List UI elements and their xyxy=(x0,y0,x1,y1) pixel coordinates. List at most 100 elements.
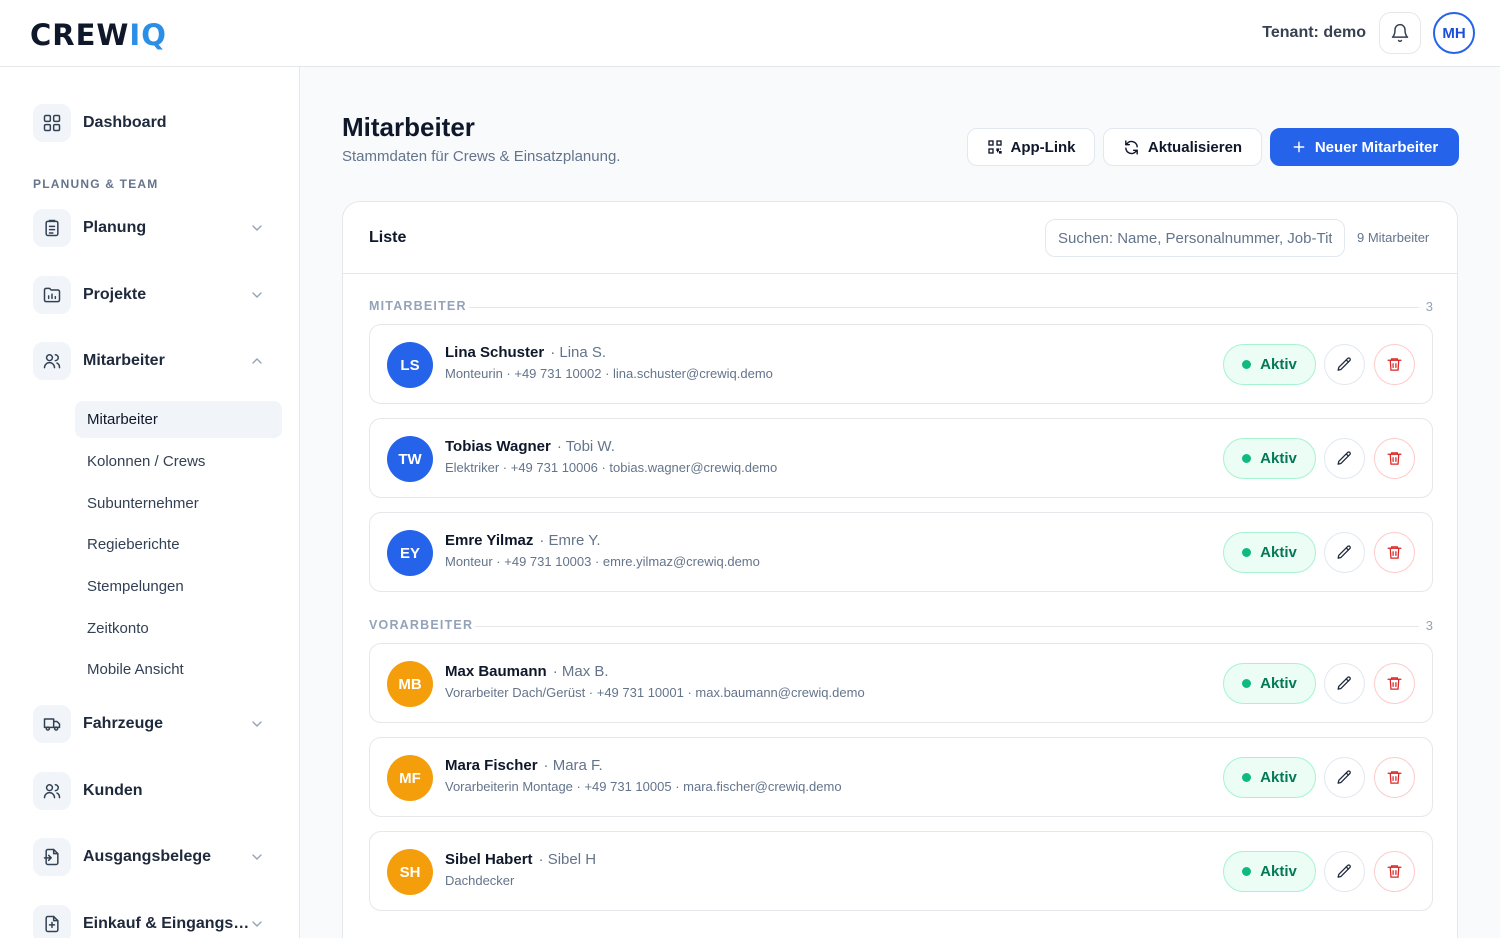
employee-nickname: · Max B. xyxy=(552,663,609,680)
employee-name: Sibel Habert · Sibel H xyxy=(445,851,596,868)
group-divider xyxy=(469,307,1419,308)
avatar: EY xyxy=(387,530,433,576)
list-item[interactable]: LS Lina Schuster · Lina S. Monteurin · +4… xyxy=(369,324,1433,404)
employee-name: Lina Schuster · Lina S. xyxy=(445,344,606,361)
sidebar-item-label: Ausgangsbelege xyxy=(83,848,212,865)
edit-button[interactable] xyxy=(1324,344,1365,385)
sidebar-subitem-subunternehmer[interactable]: Subunternehmer xyxy=(75,485,282,522)
grid-icon xyxy=(33,104,71,142)
chevron-down-icon xyxy=(252,921,262,927)
avatar: MB xyxy=(387,661,433,707)
group-divider xyxy=(475,626,1419,627)
employee-name-text: Emre Yilmaz xyxy=(445,532,534,549)
list-item[interactable]: EY Emre Yilmaz · Emre Y. Monteur · +49 73… xyxy=(369,512,1433,592)
sidebar-subitem-kolonnen[interactable]: Kolonnen / Crews xyxy=(75,443,282,480)
sidebar-item-mitarbeiter[interactable]: Mitarbeiter xyxy=(33,342,273,380)
employee-name-text: Tobias Wagner xyxy=(445,438,551,455)
chevron-down-icon xyxy=(252,292,262,298)
trash-icon xyxy=(1387,677,1402,690)
sidebar-subitem-mobile-ansicht[interactable]: Mobile Ansicht xyxy=(75,651,282,688)
edit-button[interactable] xyxy=(1324,532,1365,573)
sidebar-item-planung[interactable]: Planung xyxy=(33,209,273,247)
delete-button[interactable] xyxy=(1374,851,1415,892)
avatar: SH xyxy=(387,849,433,895)
list-header: Liste 9 Mitarbeiter xyxy=(343,202,1457,274)
list-item[interactable]: MF Mara Fischer · Mara F. Vorarbeiterin M… xyxy=(369,737,1433,817)
delete-button[interactable] xyxy=(1374,663,1415,704)
pencil-icon xyxy=(1337,545,1351,559)
status-badge: Aktiv xyxy=(1223,438,1316,479)
status-badge: Aktiv xyxy=(1223,344,1316,385)
employee-meta: Monteurin · +49 731 10002 · lina.schuste… xyxy=(445,366,773,381)
pencil-icon xyxy=(1337,357,1351,371)
sidebar-item-ausgangsbelege[interactable]: Ausgangsbelege xyxy=(33,838,273,876)
employee-nickname: · Mara F. xyxy=(543,757,603,774)
sidebar-item-label: Kunden xyxy=(83,782,143,799)
employee-nickname: · Emre Y. xyxy=(539,532,601,549)
trash-icon xyxy=(1387,865,1402,878)
employee-name-text: Mara Fischer xyxy=(445,757,538,774)
sidebar-item-label: Einkauf & Eingangsbel... xyxy=(83,915,253,932)
edit-button[interactable] xyxy=(1324,851,1365,892)
new-employee-button[interactable]: Neuer Mitarbeiter xyxy=(1270,128,1459,166)
sidebar-item-einkauf[interactable]: Einkauf & Eingangsbel... xyxy=(33,905,273,938)
status-text: Aktiv xyxy=(1260,356,1297,373)
app-link-button[interactable]: App-Link xyxy=(967,128,1095,166)
users-icon xyxy=(33,342,71,380)
delete-button[interactable] xyxy=(1374,344,1415,385)
app-link-label: App-Link xyxy=(1010,138,1076,156)
list-item[interactable]: MB Max Baumann · Max B. Vorarbeiter Dach/… xyxy=(369,643,1433,723)
sidebar-subitem-zeitkonto[interactable]: Zeitkonto xyxy=(75,610,282,647)
page-subtitle: Stammdaten für Crews & Einsatzplanung. xyxy=(342,148,621,165)
sidebar-item-label: Fahrzeuge xyxy=(83,715,164,732)
top-bar: CREWIQ Tenant: demo MH xyxy=(0,0,1500,67)
trash-icon xyxy=(1387,452,1402,465)
pencil-icon xyxy=(1337,770,1351,784)
pencil-icon xyxy=(1337,864,1351,878)
bell-icon xyxy=(1391,23,1409,43)
delete-button[interactable] xyxy=(1374,757,1415,798)
status-text: Aktiv xyxy=(1260,769,1297,786)
group-count: 3 xyxy=(1425,618,1433,633)
refresh-button[interactable]: Aktualisieren xyxy=(1103,128,1262,166)
sidebar-item-fahrzeuge[interactable]: Fahrzeuge xyxy=(33,705,273,743)
list-item[interactable]: TW Tobias Wagner · Tobi W. Elektriker · +… xyxy=(369,418,1433,498)
sidebar-item-kunden[interactable]: Kunden xyxy=(33,772,273,810)
page-title: Mitarbeiter xyxy=(342,112,475,142)
edit-button[interactable] xyxy=(1324,663,1365,704)
list-item[interactable]: SH Sibel Habert · Sibel H Dachdecker Akti… xyxy=(369,831,1433,911)
logo-text-iq: IQ xyxy=(129,18,167,52)
sidebar-item-label: Planung xyxy=(83,219,147,236)
employee-name: Emre Yilmaz · Emre Y. xyxy=(445,532,601,549)
employee-meta: Elektriker · +49 731 10006 · tobias.wagn… xyxy=(445,460,778,475)
employee-name: Tobias Wagner · Tobi W. xyxy=(445,438,615,455)
status-dot xyxy=(1242,360,1252,369)
sidebar-subitem-stempelungen[interactable]: Stempelungen xyxy=(75,568,282,605)
employee-nickname: · Lina S. xyxy=(550,344,607,361)
delete-button[interactable] xyxy=(1374,438,1415,479)
sidebar-item-dashboard[interactable]: Dashboard xyxy=(33,104,273,142)
user-avatar[interactable]: MH xyxy=(1433,12,1475,54)
employee-name: Mara Fischer · Mara F. xyxy=(445,757,603,774)
document-out-icon xyxy=(33,838,71,876)
refresh-label: Aktualisieren xyxy=(1147,138,1243,156)
sidebar-section-label: PLANUNG & TEAM xyxy=(33,177,159,191)
new-employee-label: Neuer Mitarbeiter xyxy=(1314,138,1439,156)
status-dot xyxy=(1242,867,1252,876)
trash-icon xyxy=(1387,358,1402,371)
delete-button[interactable] xyxy=(1374,532,1415,573)
notifications-button[interactable] xyxy=(1379,12,1421,54)
edit-button[interactable] xyxy=(1324,757,1365,798)
sidebar-subitem-regieberichte[interactable]: Regieberichte xyxy=(75,526,282,563)
employee-meta: Monteur · +49 731 10003 · emre.yilmaz@cr… xyxy=(445,554,760,569)
truck-icon xyxy=(33,705,71,743)
sidebar: Dashboard PLANUNG & TEAM Planung Projekt… xyxy=(0,67,300,938)
app-logo[interactable]: CREWIQ xyxy=(30,18,167,52)
employee-name: Max Baumann · Max B. xyxy=(445,663,609,680)
sidebar-subitem-mitarbeiter[interactable]: Mitarbeiter xyxy=(75,401,282,438)
status-text: Aktiv xyxy=(1260,450,1297,467)
status-badge: Aktiv xyxy=(1223,532,1316,573)
sidebar-item-projekte[interactable]: Projekte xyxy=(33,276,273,314)
search-input[interactable] xyxy=(1045,219,1345,257)
edit-button[interactable] xyxy=(1324,438,1365,479)
